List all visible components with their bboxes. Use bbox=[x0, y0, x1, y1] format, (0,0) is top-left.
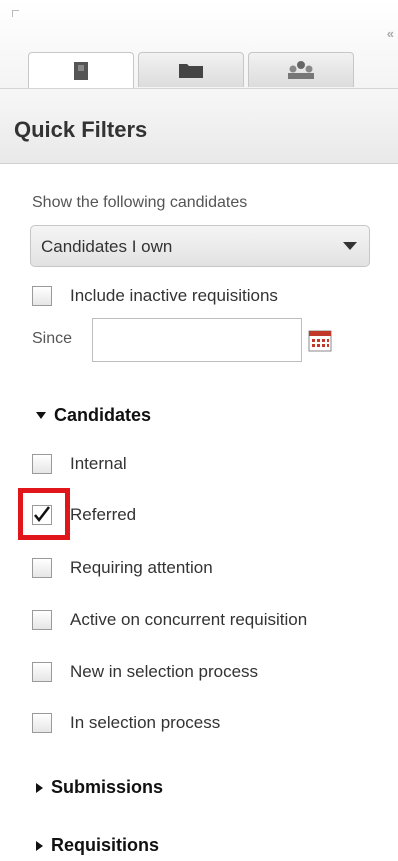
dropdown-selected-value: Candidates I own bbox=[41, 237, 173, 256]
calendar-icon[interactable] bbox=[308, 330, 332, 352]
quick-filters-header: Quick Filters bbox=[0, 88, 398, 164]
requiring-attention-label: Requiring attention bbox=[70, 558, 213, 577]
new-in-selection-checkbox[interactable] bbox=[32, 662, 52, 682]
since-date-input[interactable] bbox=[92, 318, 302, 362]
caret-right-icon bbox=[36, 840, 43, 851]
submissions-section-toggle[interactable]: Submissions bbox=[36, 777, 163, 798]
requiring-attention-checkbox[interactable] bbox=[32, 558, 52, 578]
quick-filters-title: Quick Filters bbox=[14, 117, 148, 142]
panel-tabs bbox=[28, 52, 354, 89]
tab-candidates[interactable] bbox=[28, 52, 134, 89]
include-inactive-checkbox[interactable] bbox=[32, 286, 52, 306]
include-inactive-label: Include inactive requisitions bbox=[70, 286, 278, 305]
candidates-section-title: Candidates bbox=[54, 405, 152, 425]
active-concurrent-label: Active on concurrent requisition bbox=[70, 610, 308, 629]
caret-down-icon bbox=[36, 412, 46, 419]
candidates-section-toggle[interactable]: Candidates bbox=[36, 405, 151, 426]
tab-groups[interactable] bbox=[248, 52, 354, 87]
panel-top-bar: « bbox=[0, 0, 398, 89]
in-selection-checkbox[interactable] bbox=[32, 713, 52, 733]
collapse-panel-icon[interactable]: « bbox=[387, 26, 394, 41]
since-label: Since bbox=[32, 330, 73, 347]
chevron-down-icon bbox=[343, 242, 357, 250]
active-concurrent-checkbox[interactable] bbox=[32, 610, 52, 630]
internal-label: Internal bbox=[70, 454, 127, 473]
group-icon bbox=[288, 61, 314, 79]
tab-folders[interactable] bbox=[138, 52, 244, 87]
caret-right-icon bbox=[36, 782, 43, 793]
folder-icon bbox=[179, 64, 203, 78]
new-in-selection-label: New in selection process bbox=[70, 662, 259, 681]
corner-mark bbox=[12, 10, 19, 17]
requisitions-section-title: Requisitions bbox=[51, 835, 160, 855]
show-candidates-label: Show the following candidates bbox=[32, 194, 248, 211]
in-selection-label: In selection process bbox=[70, 713, 221, 732]
candidate-filter-dropdown[interactable]: Candidates I own bbox=[30, 225, 370, 267]
internal-checkbox[interactable] bbox=[32, 454, 52, 474]
submissions-section-title: Submissions bbox=[51, 777, 164, 797]
requisitions-section-toggle[interactable]: Requisitions bbox=[36, 835, 159, 856]
referred-highlight-box bbox=[18, 488, 70, 540]
referred-label: Referred bbox=[70, 505, 137, 524]
person-icon bbox=[74, 62, 88, 80]
